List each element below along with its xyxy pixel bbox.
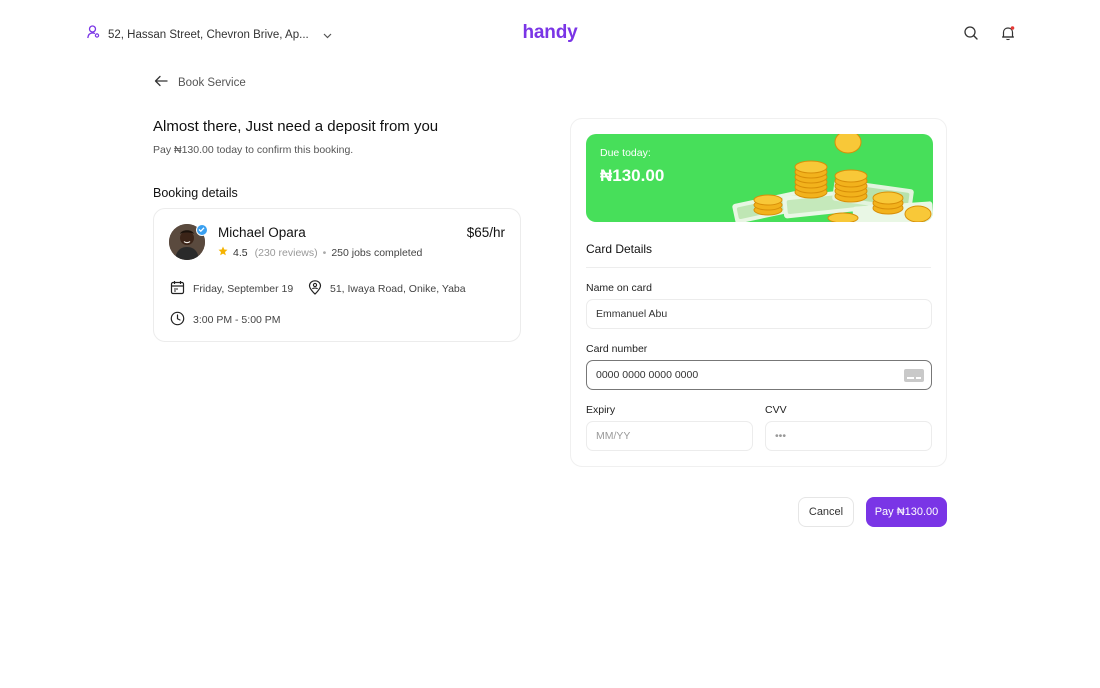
card-details-heading: Card Details [586, 242, 653, 256]
booking-details-card: Michael Opara $65/hr 4.5 (230 reviews) •… [153, 208, 521, 342]
due-today-label: Due today: [600, 147, 651, 159]
pro-name: Michael Opara [218, 225, 306, 240]
booking-time: 3:00 PM - 5:00 PM [193, 314, 281, 326]
calendar-icon [170, 280, 185, 298]
star-icon [218, 246, 228, 259]
name-on-card-label: Name on card [586, 282, 652, 294]
verified-badge-icon [196, 224, 208, 236]
booking-date-row: Friday, September 19 [170, 280, 293, 298]
booking-date: Friday, September 19 [193, 283, 294, 295]
meta-separator: • [322, 246, 327, 259]
page-title: Almost there, Just need a deposit from y… [153, 118, 439, 135]
booking-time-row: 3:00 PM - 5:00 PM [170, 311, 281, 329]
back-link[interactable]: Book Service [154, 74, 246, 92]
page-subtitle: Pay ₦130.00 today to confirm this bookin… [153, 144, 354, 156]
cvv-label: CVV [765, 404, 787, 416]
cvv-input[interactable] [765, 421, 932, 451]
due-today-amount: ₦130.00 [600, 166, 665, 185]
jobs-completed: 250 jobs completed [331, 246, 423, 259]
search-icon[interactable] [963, 25, 981, 43]
notification-bell-icon[interactable] [1000, 25, 1018, 43]
booking-address: 51, Iwaya Road, Onike, Yaba [330, 283, 466, 295]
coins-illustration-icon [732, 134, 933, 222]
clock-icon [170, 311, 185, 329]
due-today-card: Due today: ₦130.00 [586, 134, 933, 222]
booking-details-heading: Booking details [153, 186, 238, 200]
card-number-input[interactable] [586, 360, 932, 390]
payment-panel: Due today: ₦130.00 Card Details Name on … [570, 118, 947, 467]
rating-value: 4.5 [233, 246, 248, 259]
name-on-card-input[interactable] [586, 299, 932, 329]
map-pin-icon [308, 280, 322, 298]
credit-card-icon [904, 369, 924, 382]
booking-address-row: 51, Iwaya Road, Onike, Yaba [308, 280, 466, 298]
divider [586, 267, 931, 268]
cancel-button[interactable]: Cancel [798, 497, 854, 527]
expiry-label: Expiry [586, 404, 616, 416]
pay-button[interactable]: Pay ₦130.00 [866, 497, 947, 527]
back-label: Book Service [178, 77, 246, 89]
review-count: (230 reviews) [254, 246, 318, 259]
pro-meta: 4.5 (230 reviews) • 250 jobs completed [218, 246, 422, 259]
hourly-rate: $65/hr [466, 225, 505, 240]
expiry-input[interactable] [586, 421, 753, 451]
card-number-label: Card number [586, 343, 648, 355]
top-header: 52, Hassan Street, Chevron Brive, Ap... … [0, 0, 1100, 68]
brand-logo[interactable]: handy [0, 22, 1100, 44]
arrow-left-icon [154, 74, 168, 92]
